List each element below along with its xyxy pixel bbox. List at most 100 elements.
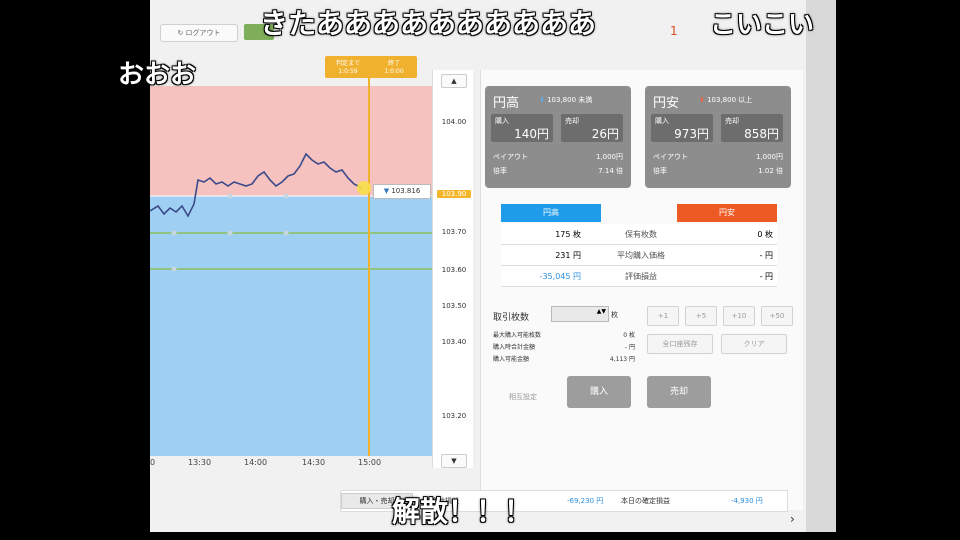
max-buy-button[interactable]: 全口座残存 [647,334,713,354]
time-label: 14:00 [244,458,268,467]
lower-zone [150,196,432,456]
chart-point [227,230,233,236]
axis-tick: 103.20 [441,412,467,420]
arrow-down-icon: ⬇ [539,96,548,104]
summary-value-total: -69,230 円 [567,497,604,505]
stepper-icon[interactable]: ▲▼ [597,308,606,315]
axis-tick: 103.50 [441,302,467,310]
lot-unit: 枚 [611,311,618,319]
cell-low: - 円 [759,251,773,260]
comment-overlay: こいこい [710,10,815,40]
time-label: 14:30 [302,458,326,467]
current-price-flag: ▼ 103.816 [373,184,431,199]
sell-label: 売却 [725,117,739,125]
chart-point [283,230,289,236]
price-axis: ▲ 104.00 103.90 103.70 103.60 103.50 103… [432,70,473,468]
buy-label: 購入 [655,117,669,125]
logout-icon: ↻ [177,29,186,37]
buy-button[interactable]: 購入 [567,376,631,408]
chart-point [171,266,177,272]
card-title: 円高 [493,96,520,111]
chevron-right-icon[interactable]: › [790,512,795,526]
payout-label: ペイアウト [493,153,528,161]
ratio-label: 倍率 [493,167,507,175]
ratio-row: 倍率 1.02 倍 [653,166,783,176]
tag-left-top: 判定まで [335,60,360,67]
position-head-low: 円安 [677,204,777,222]
add-10-button[interactable]: +10 [723,306,755,326]
comment-overlay: きたああああああああああ [260,7,597,40]
reset-link[interactable]: 相互設定 [509,392,537,402]
position-head-high: 円高 [501,204,601,222]
position-table: 175 枚 保有枚数 0 枚 231 円 平均購入価格 - 円 -35,045 … [501,224,777,287]
ratio-value: 7.14 倍 [598,167,623,175]
sell-value: 858円 [744,127,779,141]
info-value: 4,113 円 [609,356,635,363]
payout-row: ペイアウト 1,000円 [653,152,783,162]
card-condition: ⬆ 103,800 以上 [699,95,752,105]
axis-tick: 103.60 [441,266,467,274]
axis-tick: 103.70 [441,228,467,236]
cell-label: 評価損益 [625,272,657,281]
info-row: 購入可能金額 4,113 円 [493,354,635,363]
buy-label: 購入 [495,117,509,125]
buy-box[interactable]: 購入 973円 [651,114,713,142]
axis-tick: 103.40 [441,338,467,346]
card-title: 円安 [653,96,680,111]
ratio-row: 倍率 7.14 倍 [493,166,623,176]
arrow-up-icon: ⬆ [699,96,708,104]
tag-right-bottom: 1:0:00 [384,68,404,75]
cell-high: -35,045 円 [539,272,581,281]
current-price: 103.816 [391,187,421,195]
scroll-down-button[interactable]: ▼ [441,454,467,468]
lot-stepper[interactable]: ▲▼ [551,306,609,322]
add-1-button[interactable]: +1 [647,306,679,326]
payout-value: 1,000円 [755,153,783,161]
comment-overlay: おおお [118,60,197,90]
buy-box[interactable]: 購入 140円 [491,114,553,142]
tag-left-bottom: 1:0:59 [338,68,358,75]
buy-value: 973円 [674,127,709,141]
sell-value: 26円 [591,127,619,141]
payout-value: 1,000円 [595,153,623,161]
scroll-up-button[interactable]: ▲ [441,74,467,88]
card-yen-low[interactable]: 円安 ⬆ 103,800 以上 購入 973円 売却 858円 ペイアウト 1,0… [645,86,791,188]
table-row: 175 枚 保有枚数 0 枚 [501,224,777,245]
axis-tick-current: 103.90 [437,190,471,198]
info-label: 購入時合計金額 [493,344,536,351]
add-5-button[interactable]: +5 [685,306,717,326]
time-label: 15:00 [358,458,382,467]
sell-box[interactable]: 売却 26円 [561,114,623,142]
summary-label-today: 本日の確定損益 [621,497,670,505]
sell-box[interactable]: 売却 858円 [721,114,783,142]
cell-low: - 円 [759,272,773,281]
time-label: 0 [150,458,156,467]
cell-label: 保有枚数 [625,230,657,239]
table-row: 231 円 平均購入価格 - 円 [501,245,777,266]
lot-label: 取引枚数 [493,313,530,323]
cell-high: 175 枚 [555,230,581,239]
payout-row: ペイアウト 1,000円 [493,152,623,162]
info-label: 最大購入可能枚数 [493,332,542,339]
cell-label: 平均購入価格 [617,251,665,260]
info-row: 購入時合計金額 - 円 [493,342,635,351]
time-tag: 判定まで 1:0:59 終了 1:0:00 [325,56,417,78]
condition-text: 103,800 以上 [707,96,753,104]
table-row: -35,045 円 評価損益 - 円 [501,266,777,287]
price-chart[interactable] [150,56,432,468]
info-label: 購入可能金額 [493,356,530,363]
sell-button[interactable]: 売却 [647,376,711,408]
comment-overlay: 解散！！！ [392,495,533,528]
trade-panel: 円高 ⬇ 103,800 未満 購入 140円 売却 26円 ペイアウト 1,00… [480,70,803,510]
clear-button[interactable]: クリア [721,334,787,354]
top-indicator: 1 [670,24,678,38]
sell-label: 売却 [565,117,579,125]
summary-value-today: -4,930 円 [731,497,763,505]
cell-low: 0 枚 [757,230,773,239]
card-yen-high[interactable]: 円高 ⬇ 103,800 未満 購入 140円 売却 26円 ペイアウト 1,00… [485,86,631,188]
logout-label: ログアウト [185,29,221,37]
add-50-button[interactable]: +50 [761,306,793,326]
payout-label: ペイアウト [653,153,688,161]
logout-button[interactable]: ↻ ログアウト [160,24,238,42]
cursor-marker [357,181,371,195]
